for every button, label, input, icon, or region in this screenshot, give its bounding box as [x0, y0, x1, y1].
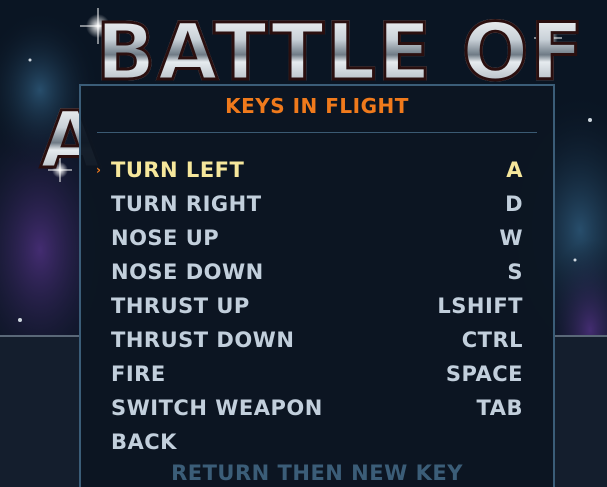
key-binding-thrust-up[interactable]: › THRUST UP LSHIFT: [81, 290, 553, 324]
key-binding-turn-left[interactable]: › TURN LEFT A: [81, 154, 553, 188]
key-value: A: [506, 158, 523, 182]
action-label: NOSE DOWN: [111, 260, 264, 284]
key-value: TAB: [476, 396, 523, 420]
key-value: S: [507, 260, 523, 284]
menu-divider: [97, 132, 537, 133]
action-label: TURN RIGHT: [111, 192, 262, 216]
key-binding-nose-up[interactable]: › NOSE UP W: [81, 222, 553, 256]
menu-title: KEYS IN FLIGHT: [225, 94, 409, 118]
back-menu-item[interactable]: › BACK: [81, 426, 553, 460]
key-binding-turn-right[interactable]: › TURN RIGHT D: [81, 188, 553, 222]
key-value: D: [505, 192, 523, 216]
action-label: THRUST DOWN: [111, 328, 295, 352]
action-label: NOSE UP: [111, 226, 220, 250]
keys-menu-panel: KEYS IN FLIGHT › TURN LEFT A › TURN RIGH…: [79, 84, 555, 487]
key-value: SPACE: [445, 362, 523, 386]
key-binding-nose-down[interactable]: › NOSE DOWN S: [81, 256, 553, 290]
action-label: SWITCH WEAPON: [111, 396, 323, 420]
menu-hint-text: RETURN THEN NEW KEY: [171, 461, 463, 485]
selection-cursor-icon: ›: [96, 163, 102, 177]
key-value: CTRL: [461, 328, 523, 352]
action-label: FIRE: [111, 362, 166, 386]
key-binding-thrust-down[interactable]: › THRUST DOWN CTRL: [81, 324, 553, 358]
key-binding-switch-weapon[interactable]: › SWITCH WEAPON TAB: [81, 392, 553, 426]
key-value: LSHIFT: [437, 294, 523, 318]
action-label: THRUST UP: [111, 294, 250, 318]
key-binding-list: › TURN LEFT A › TURN RIGHT D › NOSE UP W…: [81, 154, 553, 460]
action-label: BACK: [111, 430, 177, 454]
key-value: W: [499, 226, 523, 250]
action-label: TURN LEFT: [111, 158, 245, 182]
key-binding-fire[interactable]: › FIRE SPACE: [81, 358, 553, 392]
